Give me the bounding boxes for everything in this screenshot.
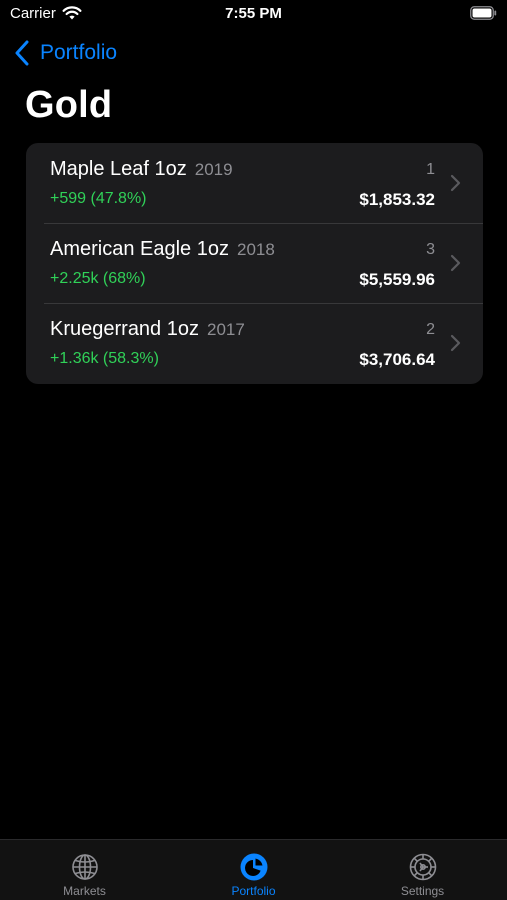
pie-chart-icon [240, 853, 267, 881]
chevron-right-icon [450, 254, 461, 272]
battery-icon [470, 6, 497, 20]
holding-name: American Eagle 1oz [50, 238, 229, 260]
holding-quantity: 2 [426, 321, 435, 338]
holding-row[interactable]: American Eagle 1oz 2018 +2.25k (68%) 3 $5… [26, 223, 483, 303]
chevron-right-icon [450, 174, 461, 192]
status-time: 7:55 PM [225, 5, 282, 22]
page-title: Gold [25, 84, 113, 126]
holding-change: +2.25k (68%) [50, 270, 146, 287]
holdings-list: Maple Leaf 1oz 2019 +599 (47.8%) 1 $1,853… [26, 143, 483, 384]
tab-markets[interactable]: Markets [0, 840, 169, 900]
holding-quantity: 1 [426, 161, 435, 178]
holding-value: $1,853.32 [359, 190, 435, 209]
holding-name: Maple Leaf 1oz [50, 158, 187, 180]
holding-year: 2017 [206, 320, 245, 339]
back-button-label: Portfolio [40, 41, 118, 64]
holding-year: 2019 [194, 160, 233, 179]
tab-settings[interactable]: Settings [338, 840, 507, 900]
app-screen: Carrier 7:55 PM Portfolio Gold Maple Lea… [0, 0, 507, 900]
tab-label: Settings [400, 884, 445, 898]
holding-value: $3,706.64 [359, 350, 435, 369]
holding-year: 2018 [236, 240, 275, 259]
chevron-left-icon [15, 40, 29, 66]
globe-icon [71, 854, 98, 880]
tab-bar: Markets Portfolio Settings [0, 839, 507, 900]
holding-quantity: 3 [426, 241, 435, 258]
holding-value: $5,559.96 [359, 270, 435, 289]
tab-label: Markets [63, 884, 106, 898]
gear-icon [409, 853, 436, 881]
chevron-right-icon [450, 334, 461, 352]
holding-row[interactable]: Kruegerrand 1oz 2017 +1.36k (58.3%) 2 $3,… [26, 303, 483, 383]
status-bar: Carrier 7:55 PM [0, 0, 507, 28]
tab-portfolio[interactable]: Portfolio [169, 840, 338, 900]
holding-name: Kruegerrand 1oz [50, 318, 199, 340]
back-button[interactable]: Portfolio [14, 38, 117, 68]
holding-change: +599 (47.8%) [50, 190, 147, 207]
holding-change: +1.36k (58.3%) [50, 350, 159, 367]
tab-label: Portfolio [231, 884, 276, 898]
holding-row[interactable]: Maple Leaf 1oz 2019 +599 (47.8%) 1 $1,853… [26, 143, 483, 223]
